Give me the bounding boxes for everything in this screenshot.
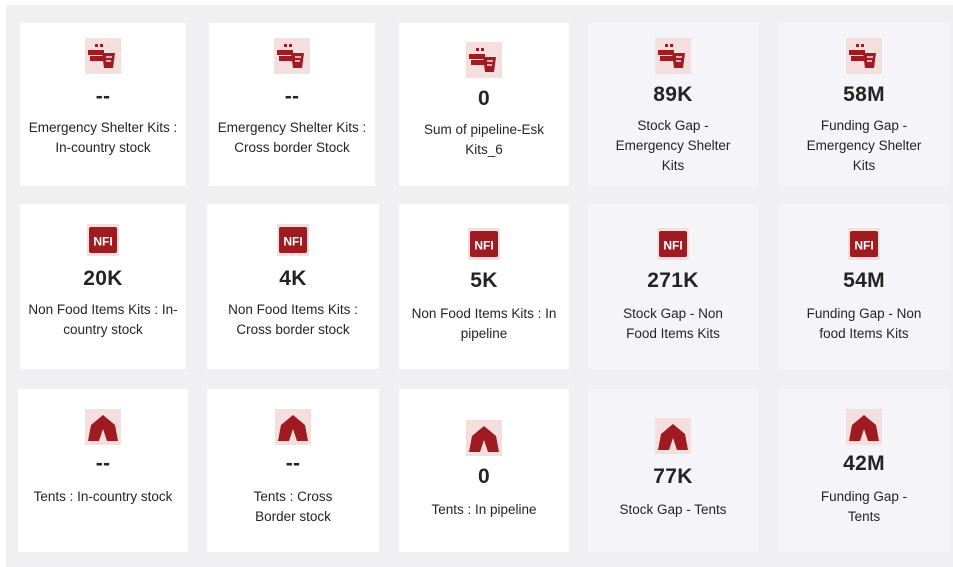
kpi-card[interactable]: 0 Tents : In pipeline <box>399 389 569 552</box>
tent-icon <box>275 409 311 445</box>
kpi-label: Emergency Shelter Kits : Cross border St… <box>217 120 367 155</box>
kpi-card[interactable]: 42M Funding Gap - Tents <box>779 389 949 552</box>
kpi-value: 0 <box>478 87 490 110</box>
kpi-card[interactable]: NFI 54M Funding Gap - Non food Items Kit… <box>779 204 949 369</box>
kpi-card[interactable]: NFI 5K Non Food Items Kits : In pipeline <box>399 204 569 369</box>
kpi-value: 271K <box>647 269 699 292</box>
kpi-value: 54M <box>843 269 885 292</box>
kpi-label: Tents : In-country stock <box>33 489 173 504</box>
svg-text:NFI: NFI <box>93 235 112 249</box>
svg-text:NFI: NFI <box>474 239 493 253</box>
kpi-card[interactable]: 77K Stock Gap - Tents <box>588 389 758 552</box>
kpi-value: 77K <box>653 465 693 488</box>
kpi-value: 58M <box>843 83 885 106</box>
svg-text:NFI: NFI <box>663 239 682 253</box>
nfi-icon: NFI <box>655 226 691 262</box>
nfi-icon: NFI <box>466 226 502 262</box>
tent-icon <box>655 418 691 454</box>
tent-icon <box>466 420 502 456</box>
kpi-card[interactable]: 0 Sum of pipeline-Esk Kits_6 <box>399 23 569 186</box>
kpi-dashboard: -- Emergency Shelter Kits : In-country s… <box>6 5 953 567</box>
kpi-value: -- <box>285 452 301 475</box>
kpi-card[interactable]: NFI 4K Non Food Items Kits : Cross borde… <box>207 204 379 369</box>
kpi-value: 89K <box>653 83 693 106</box>
nfi-icon: NFI <box>85 222 121 258</box>
kpi-label: Stock Gap - Emergency Shelter Kits <box>615 118 731 173</box>
emergency-shelter-kit-icon <box>85 38 121 74</box>
kpi-label: Funding Gap - Tents <box>820 489 908 524</box>
kpi-card[interactable]: 58M Funding Gap - Emergency Shelter Kits <box>779 23 949 186</box>
kpi-card[interactable]: -- Tents : Cross Border stock <box>207 389 379 552</box>
tent-icon <box>85 409 121 445</box>
kpi-value: -- <box>284 85 300 108</box>
kpi-card[interactable]: -- Tents : In-country stock <box>18 389 188 552</box>
emergency-shelter-kit-icon <box>846 38 882 74</box>
kpi-value: 0 <box>478 465 490 488</box>
kpi-label: Non Food Items Kits : In pipeline <box>411 306 557 341</box>
kpi-value: 20K <box>83 267 123 290</box>
kpi-label: Emergency Shelter Kits : In-country stoc… <box>28 120 178 155</box>
nfi-icon: NFI <box>275 222 311 258</box>
tent-icon <box>846 409 882 445</box>
kpi-value: 4K <box>279 267 307 290</box>
kpi-card[interactable]: -- Emergency Shelter Kits : Cross border… <box>209 23 375 186</box>
kpi-value: -- <box>95 452 111 475</box>
emergency-shelter-kit-icon <box>655 38 691 74</box>
kpi-label: Stock Gap - Tents <box>619 502 727 517</box>
kpi-label: Non Food Items Kits : In-country stock <box>28 302 178 337</box>
svg-text:NFI: NFI <box>854 239 873 253</box>
kpi-label: Funding Gap - Non food Items Kits <box>806 306 922 341</box>
kpi-value: 5K <box>470 269 498 292</box>
kpi-card[interactable]: 89K Stock Gap - Emergency Shelter Kits <box>588 23 758 186</box>
emergency-shelter-kit-icon <box>466 42 502 78</box>
nfi-icon: NFI <box>846 226 882 262</box>
kpi-card[interactable]: NFI 271K Stock Gap - Non Food Items Kits <box>588 204 758 369</box>
kpi-value: -- <box>95 85 111 108</box>
kpi-card[interactable]: -- Emergency Shelter Kits : In-country s… <box>20 23 186 186</box>
kpi-label: Funding Gap - Emergency Shelter Kits <box>806 118 922 173</box>
svg-text:NFI: NFI <box>283 235 302 249</box>
kpi-label: Non Food Items Kits : Cross border stock <box>228 302 358 337</box>
kpi-value: 42M <box>843 452 885 475</box>
kpi-label: Tents : Cross Border stock <box>253 489 333 524</box>
emergency-shelter-kit-icon <box>274 38 310 74</box>
kpi-label: Sum of pipeline-Esk Kits_6 <box>423 122 545 157</box>
kpi-label: Tents : In pipeline <box>431 502 537 517</box>
kpi-card[interactable]: NFI 20K Non Food Items Kits : In-country… <box>20 204 186 369</box>
kpi-label: Stock Gap - Non Food Items Kits <box>623 306 723 341</box>
